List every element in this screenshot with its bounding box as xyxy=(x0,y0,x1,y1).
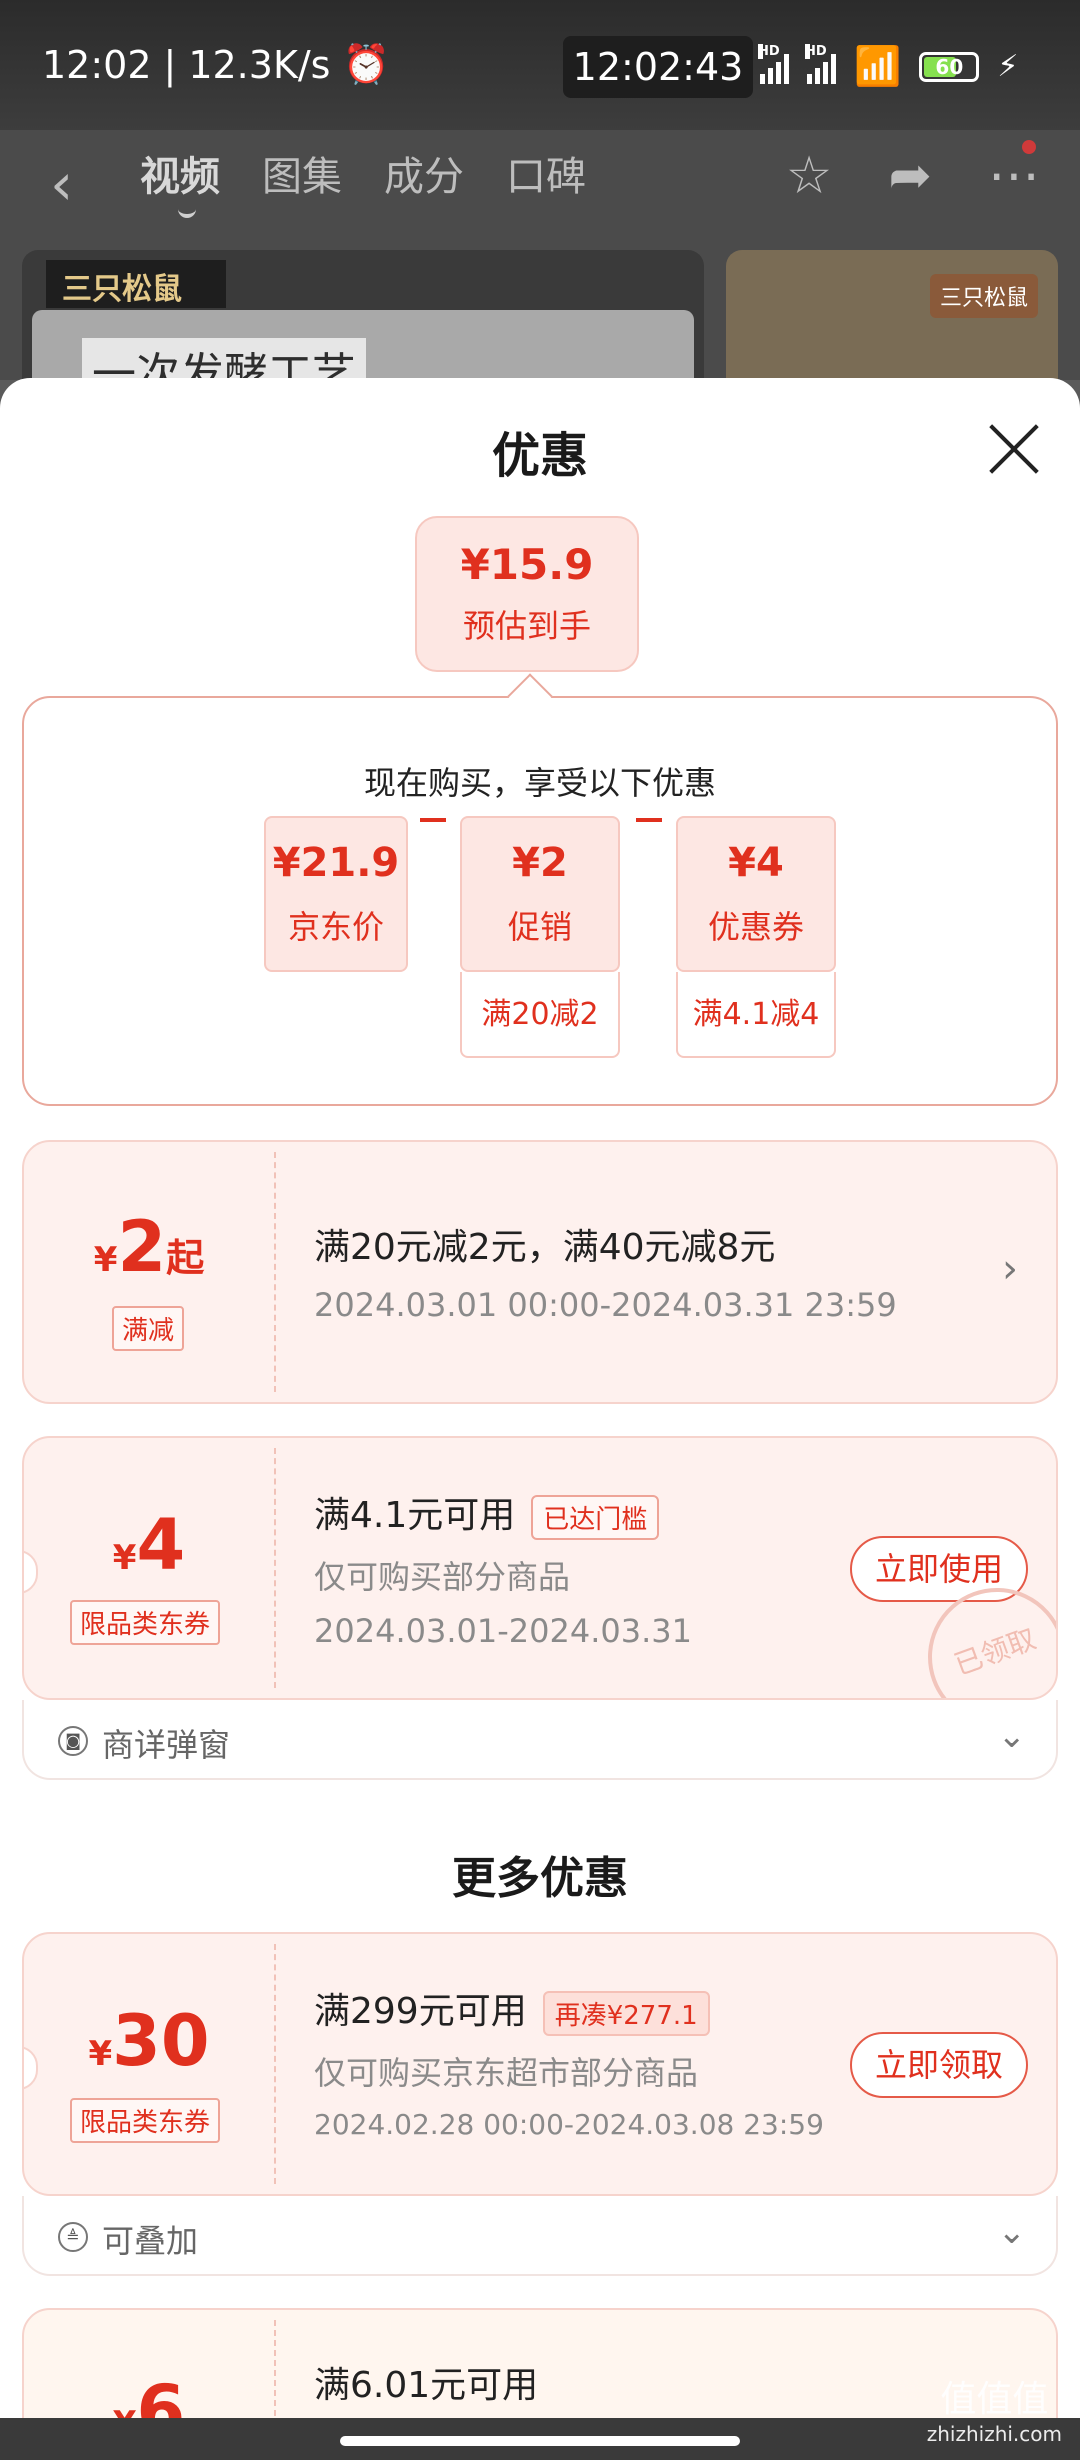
brand-logo: 三只松鼠 xyxy=(46,260,226,308)
nav-tabs: 视频 图集 成分 口碑 xyxy=(140,144,586,218)
minus-sign xyxy=(636,818,662,822)
coupon-amount: ¥30 xyxy=(24,2000,274,2082)
battery-level: 60 xyxy=(935,54,964,79)
promo-note: 满20减2 xyxy=(460,972,620,1058)
coupon-card: ¥30 限品类东券 满299元可用 再凑¥277.1 仅可购买京东超市部分商品 2… xyxy=(22,1932,1058,2196)
promo-amount-value: 2 xyxy=(117,1206,167,1288)
coupon-amount: ¥4 xyxy=(24,1504,274,1586)
breakdown-heading: 现在购买，享受以下优惠 xyxy=(363,764,716,802)
coupon-amount-value: 30 xyxy=(112,2000,210,2082)
close-icon[interactable] xyxy=(986,422,1040,476)
promo-card[interactable]: ¥2起 满减 满20元减2元，满40元减8元 2024.03.01 00:00-… xyxy=(22,1140,1058,1404)
promo-amount-suffix: 起 xyxy=(166,1236,205,1280)
ticket-icon: ◙ xyxy=(58,1726,88,1756)
coupon-note: 满4.1减4 xyxy=(676,972,836,1058)
coupon-type-tag: 限品类东券 xyxy=(70,2098,221,2143)
jd-price-value: ¥21.9 xyxy=(272,840,400,886)
site-watermark: 值值值 zhizhizhi.com xyxy=(927,2370,1062,2446)
tab-ingredients[interactable]: 成分 xyxy=(384,144,464,202)
remaining-amount-badge: 再凑¥277.1 xyxy=(542,1990,710,2036)
coupon-period: 2024.03.01-2024.03.31 xyxy=(314,1612,692,1650)
card-divider xyxy=(274,1152,276,1392)
back-icon[interactable]: ‹ xyxy=(50,150,73,218)
promo-value: ¥2 xyxy=(512,840,568,886)
promo-cell: ¥2 促销 xyxy=(460,816,620,972)
currency-symbol: ¥ xyxy=(93,1240,118,1280)
coupon-amount-value: 4 xyxy=(136,1504,186,1586)
card-divider xyxy=(274,1448,276,1688)
jd-price-label: 京东价 xyxy=(287,908,384,946)
share-icon[interactable]: ➦ xyxy=(888,146,932,206)
coupon-type-tag: 限品类东券 xyxy=(70,1600,221,1645)
sheet-title: 优惠 xyxy=(491,428,588,484)
promo-period: 2024.03.01 00:00-2024.03.31 23:59 xyxy=(314,1286,897,1324)
jd-price-cell: ¥21.9 京东价 xyxy=(264,816,408,972)
status-right: HD HD 📶 60 ⚡ xyxy=(758,43,1019,89)
coupon-cell: ¥4 优惠券 xyxy=(676,816,836,972)
discount-sheet: 优惠 ¥15.9 预估到手 现在购买，享受以下优惠 ¥21.9 京东价 ¥2 促… xyxy=(0,378,1080,2460)
footer-label: 商详弹窗 xyxy=(102,1726,231,1764)
status-net-speed: 12.3K/s xyxy=(188,42,331,87)
chevron-down-icon[interactable]: ⌄ xyxy=(998,2212,1027,2252)
signal-hd-label: HD xyxy=(758,43,780,59)
currency-symbol: ¥ xyxy=(112,1538,137,1578)
promo-amount: ¥2起 xyxy=(24,1206,274,1288)
tab-video[interactable]: 视频 xyxy=(140,144,220,218)
promo-label: 促销 xyxy=(507,908,572,946)
star-icon[interactable]: ☆ xyxy=(786,146,833,206)
promo-title: 满20元减2元，满40元减8元 xyxy=(314,1227,776,1268)
coupon-value: ¥4 xyxy=(728,840,784,886)
stackable-icon: ≜ xyxy=(58,2222,88,2252)
watermark-text: 值值值 xyxy=(940,2379,1049,2420)
notification-dot xyxy=(1022,140,1036,154)
battery-icon: 60 xyxy=(919,51,980,82)
tab-gallery[interactable]: 图集 xyxy=(262,144,342,202)
product-navbar: ‹ 视频 图集 成分 口碑 ☆ ➦ ⋯ xyxy=(0,130,1080,240)
minus-sign xyxy=(420,818,446,822)
signal-icon: HD xyxy=(805,43,836,84)
nav-actions: ☆ ➦ ⋯ xyxy=(786,146,1040,206)
status-bar: 12:02 | 12.3K/s ⏰ 12:02:43 HD HD 📶 60 ⚡ xyxy=(0,0,1080,130)
chevron-down-icon[interactable]: ⌄ xyxy=(998,1716,1027,1756)
coupon-title: 满299元可用 再凑¥277.1 xyxy=(314,1982,710,2036)
claim-now-button[interactable]: 立即领取 xyxy=(850,2032,1028,2098)
coupon-footer[interactable]: ≜ 可叠加 ⌄ xyxy=(22,2196,1058,2276)
chevron-right-icon[interactable]: › xyxy=(1002,1246,1018,1292)
charging-icon: ⚡ xyxy=(997,49,1019,84)
estimated-price-box: ¥15.9 预估到手 xyxy=(415,516,639,672)
coupon-label: 优惠券 xyxy=(707,908,804,946)
coupon-title: 满4.1元可用 已达门槛 xyxy=(314,1486,660,1540)
coupon-card: ¥4 限品类东券 满4.1元可用 已达门槛 仅可购买部分商品 2024.03.01… xyxy=(22,1436,1058,1700)
card-divider xyxy=(274,1944,276,2184)
watermark-url: zhizhizhi.com xyxy=(926,2422,1062,2446)
estimated-price: ¥15.9 xyxy=(460,540,594,589)
coupon-threshold: 满299元可用 xyxy=(314,1991,527,2032)
more-offers-title: 更多优惠 xyxy=(452,1853,628,1904)
wifi-icon: 📶 xyxy=(854,44,902,88)
brand-logo-small: 三只松鼠 xyxy=(929,274,1038,318)
coupon-period: 2024.02.28 00:00-2024.03.08 23:59 xyxy=(314,2108,824,2141)
home-indicator[interactable] xyxy=(340,2436,740,2446)
status-separator: | xyxy=(163,42,177,87)
signal-hd-label: HD xyxy=(805,43,827,59)
estimated-label: 预估到手 xyxy=(462,607,591,645)
status-time: 12:02 xyxy=(42,42,152,87)
alarm-icon: ⏰ xyxy=(342,42,390,86)
clock-overlay: 12:02:43 xyxy=(563,36,753,98)
currency-symbol: ¥ xyxy=(88,2034,113,2074)
coupon-threshold: 满4.1元可用 xyxy=(314,1495,516,1536)
tab-reviews[interactable]: 口碑 xyxy=(506,144,586,202)
coupon-desc: 仅可购买部分商品 xyxy=(314,1558,571,1596)
price-breakdown: 现在购买，享受以下优惠 ¥21.9 京东价 ¥2 促销 满20减2 ¥4 优惠券… xyxy=(22,696,1058,1106)
threshold-met-badge: 已达门槛 xyxy=(531,1494,660,1540)
promo-type-tag: 满减 xyxy=(112,1306,185,1351)
signal-icon: HD xyxy=(758,43,789,84)
more-icon[interactable]: ⋯ xyxy=(988,146,1040,206)
footer-label: 可叠加 xyxy=(102,2222,199,2260)
coupon-desc: 仅可购买京东超市部分商品 xyxy=(314,2054,699,2092)
coupon-title: 满6.01元可用 xyxy=(314,2365,539,2406)
status-left: 12:02 | 12.3K/s ⏰ xyxy=(42,42,390,87)
coupon-footer[interactable]: ◙ 商详弹窗 ⌄ xyxy=(22,1700,1058,1780)
